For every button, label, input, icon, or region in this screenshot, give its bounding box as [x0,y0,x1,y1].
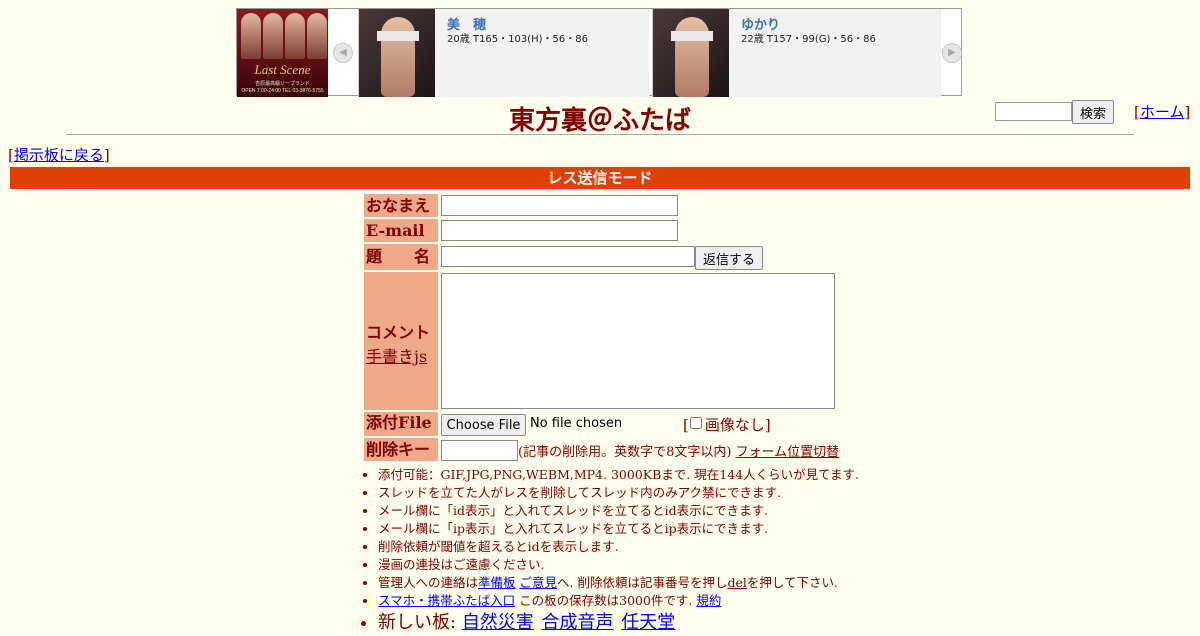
next-arrow-icon[interactable]: ▶ [942,43,962,63]
delete-request-text: へ. 削除依頼は記事番号を押し [557,575,728,590]
rules-link[interactable]: 規約 [696,593,721,608]
feedback-link[interactable]: ご意見 [520,575,558,590]
comment-textarea[interactable] [441,273,835,409]
subject-input[interactable] [441,246,695,267]
list-item: メール欄に「id表示」と入れてスレッドを立てるとid表示にできます. [378,502,859,520]
contact-text: 管理人への連絡は [378,575,479,590]
profile-stats: 20歳 T165・103(H)・56・86 [447,34,588,45]
home-link[interactable]: ホーム [1140,103,1185,121]
prep-board-link[interactable]: 準備板 [478,575,516,590]
shop-logo-text: Last Scene [254,62,311,77]
delete-request-suffix: を押して下さい. [746,575,838,590]
ad-banner[interactable]: Last Scene 吉原最高級ソープランド OPEN 7:00-24:00 T… [236,8,962,97]
list-item: メール欄に「ip表示」と入れてスレッドを立てるとip表示にできます. [378,520,859,538]
delete-key-note: (記事の削除用。英数字で8文字以内) [518,445,732,460]
profile-card[interactable]: ゆかり 22歳 T157・99(G)・56・86 [652,9,941,97]
email-input[interactable] [441,220,678,241]
list-item: 添付可能：GIF,JPG,PNG,WEBM,MP4. 3000KBまで. 現在1… [378,466,859,484]
list-item: スマホ・携帯ふたば入口 この板の保存数は3000件です. 規約 [378,592,859,610]
name-label: おなまえ [364,194,438,217]
email-label: E-mail [364,219,438,242]
comment-label-cell: コメント 手書きjs [364,272,438,410]
list-item: 削除依頼が閾値を超えるとidを表示します. [378,538,859,556]
handwrite-link[interactable]: 手書きjs [366,347,427,366]
file-label: 添付File [364,412,438,436]
shop-logo[interactable]: Last Scene 吉原最高級ソープランド OPEN 7:00-24:00 T… [237,9,328,97]
back-to-board-link[interactable]: 掲示板に戻る [14,146,104,164]
name-input[interactable] [441,195,678,216]
shop-logo-subtext: 吉原最高級ソープランド OPEN 7:00-24:00 TEL 03-3876-… [241,81,324,94]
no-image-label: 画像なし [704,416,765,434]
del-link[interactable]: del [727,575,746,590]
subject-label: 題 名 [364,244,438,270]
choose-file-button[interactable]: Choose File [441,414,526,436]
prev-arrow-icon[interactable]: ◀ [333,43,353,63]
home-link-wrapper: [ホーム] [1134,103,1191,121]
profile-stats: 22歳 T157・99(G)・56・86 [741,34,876,45]
file-status: No file chosen [530,416,623,431]
submit-reply-button[interactable]: 返信する [695,246,763,270]
search-input[interactable] [995,102,1072,121]
reply-mode-bar: レス送信モード [10,167,1190,189]
search-button[interactable]: 検索 [1072,100,1114,124]
storage-text: この板の保存数は3000件です. [515,593,697,608]
profile-card[interactable]: 美 穂 20歳 T165・103(H)・56・86 [358,9,649,97]
mobile-entry-link[interactable]: スマホ・携帯ふたば入口 [378,593,515,608]
back-link-wrapper: [掲示板に戻る] [8,146,110,164]
delete-key-input[interactable] [441,440,518,461]
delete-key-note-wrapper: (記事の削除用。英数字で8文字以内) フォーム位置切替 [518,441,839,460]
list-item: 漫画の連投はご遠慮ください. [378,556,859,574]
profile-photo [653,9,729,97]
divider [66,134,1134,135]
form-position-toggle-link[interactable]: フォーム位置切替 [736,445,840,460]
comment-label: コメント [366,323,431,342]
list-item: スレッドを立てた人がレスを削除してスレッド内のみアク禁にできます. [378,484,859,502]
new-boards-item: 新しい板: 自然災害 合成音声 任天堂 [378,610,859,636]
delete-key-label: 削除キー [364,438,438,461]
notes-list: 添付可能：GIF,JPG,PNG,WEBM,MP4. 3000KBまで. 現在1… [364,466,859,636]
no-image-option: [画像なし] [683,416,771,434]
list-item: 管理人への連絡は準備板 ご意見へ. 削除依頼は記事番号を押しdelを押して下さい… [378,574,859,592]
no-image-checkbox[interactable] [689,417,702,429]
profile-photo [359,9,435,97]
